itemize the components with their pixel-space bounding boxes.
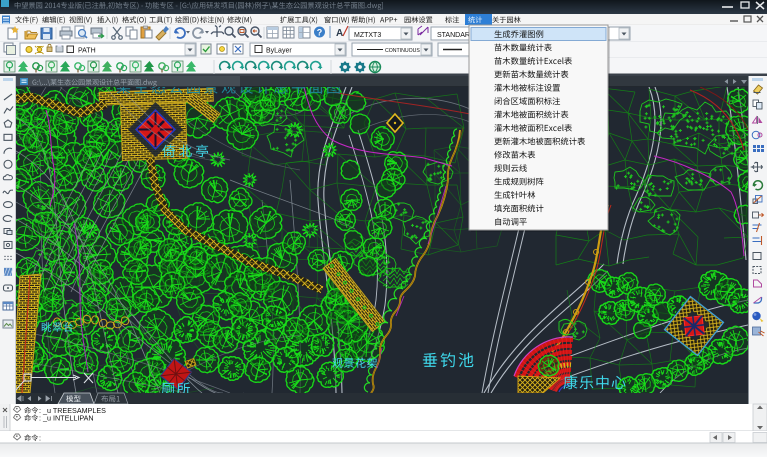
svg-text:?: ? [317, 28, 323, 38]
svg-text:PATH: PATH [78, 48, 96, 55]
svg-text::: : [39, 434, 41, 443]
svg-text:: _u INTELLIPAN: : _u INTELLIPAN [39, 414, 94, 423]
svg-text:CONTINUOUS: CONTINUOUS [385, 48, 420, 54]
svg-text:MZTXT3: MZTXT3 [354, 32, 381, 39]
svg-text:ByLayer: ByLayer [266, 48, 292, 55]
svg-text:A: A [336, 28, 343, 39]
